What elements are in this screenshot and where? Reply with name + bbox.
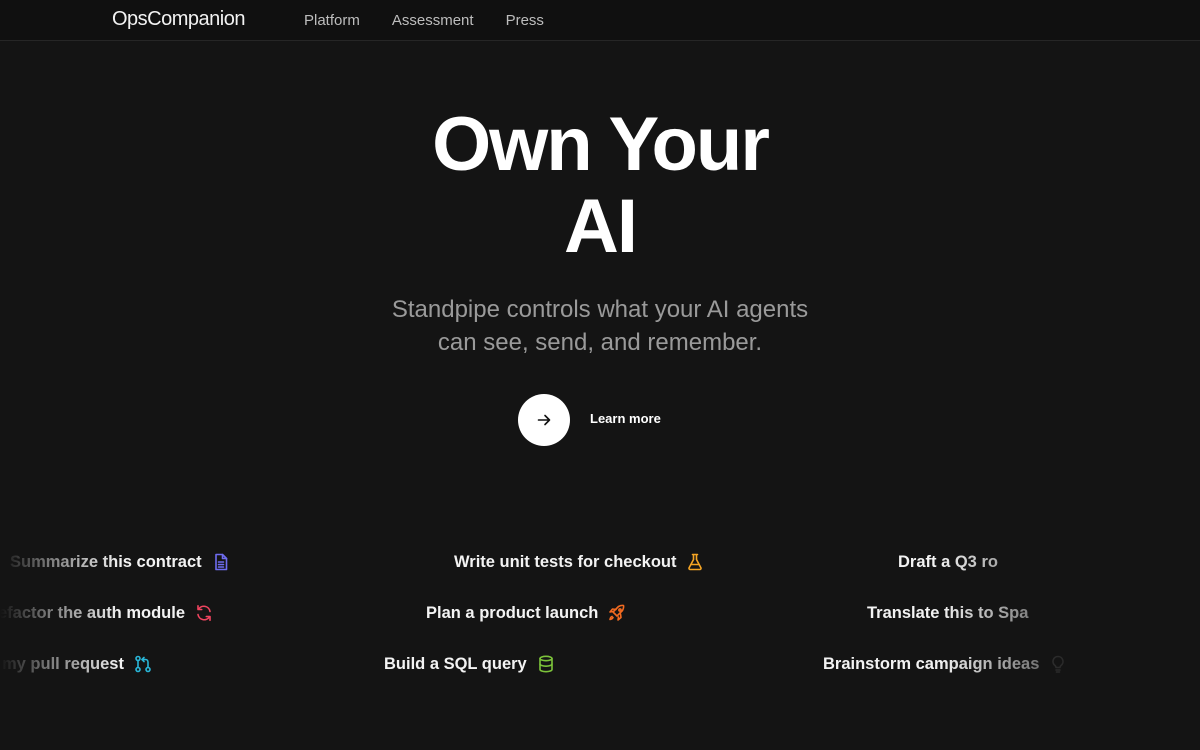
prompt-chip-label: Draft a Q3 ro [898,552,998,571]
database-icon [536,654,556,674]
prompt-chip-summarize-contract[interactable]: Summarize this contract [10,548,231,576]
nav-link-assessment[interactable]: Assessment [392,12,474,29]
hero-title: Own Your AI [0,104,1200,268]
prompt-chip-refactor-auth[interactable]: efactor the auth module [0,599,214,627]
prompt-chip-brainstorm-campaign[interactable]: Brainstorm campaign ideas [823,650,1068,678]
nav-link-press[interactable]: Press [506,12,544,29]
hero-title-line2: AI [564,184,638,269]
hero-title-line1: Own Your [432,102,770,187]
prompt-chip-label: efactor the auth module [0,603,186,622]
hero-subtitle-line2: can see, send, and remember. [437,329,763,356]
hero-subtitle-line1: Standpipe controls what your AI agents [391,296,809,323]
prompt-chip-label: Brainstorm campaign ideas [823,654,1040,673]
flask-icon [685,552,705,572]
refresh-icon [194,603,214,623]
lightbulb-icon [1048,654,1068,674]
prompt-chip-sql-query[interactable]: Build a SQL query [384,650,556,678]
prompt-chip-draft-q3[interactable]: Draft a Q3 ro [898,548,998,576]
prompt-chip-label: my pull request [2,654,124,673]
hero-subtitle: Standpipe controls what your AI agents c… [0,293,1200,359]
prompt-chip-product-launch[interactable]: Plan a product launch [426,599,627,627]
logo[interactable]: OpsCompanion [112,8,245,30]
arrow-right-icon [537,414,551,426]
prompt-chip-pull-request[interactable]: my pull request [2,650,153,678]
prompt-chip-label: Translate this to Spa [867,603,1029,622]
git-pull-request-icon [133,654,153,674]
prompt-chip-label: Build a SQL query [384,654,527,673]
prompt-chip-label: Summarize this contract [10,552,202,571]
rocket-icon [607,603,627,623]
prompt-marquee: Summarize this contract Write unit tests… [0,540,1200,700]
prompt-chip-label: Plan a product launch [426,603,599,622]
nav-link-platform[interactable]: Platform [304,12,360,29]
prompt-chip-translate-spanish[interactable]: Translate this to Spa [867,599,1028,627]
prompt-chip-label: Write unit tests for checkout [454,552,677,571]
logo-text: OpsCompanion [112,7,245,30]
nav-links: Platform Assessment Press [304,0,576,40]
learn-more-arrow-button[interactable] [518,394,570,446]
prompt-chip-unit-tests[interactable]: Write unit tests for checkout [454,548,705,576]
document-icon [211,552,231,572]
learn-more-link[interactable]: Learn more [590,411,661,426]
top-nav: OpsCompanion Platform Assessment Press [0,0,1200,41]
